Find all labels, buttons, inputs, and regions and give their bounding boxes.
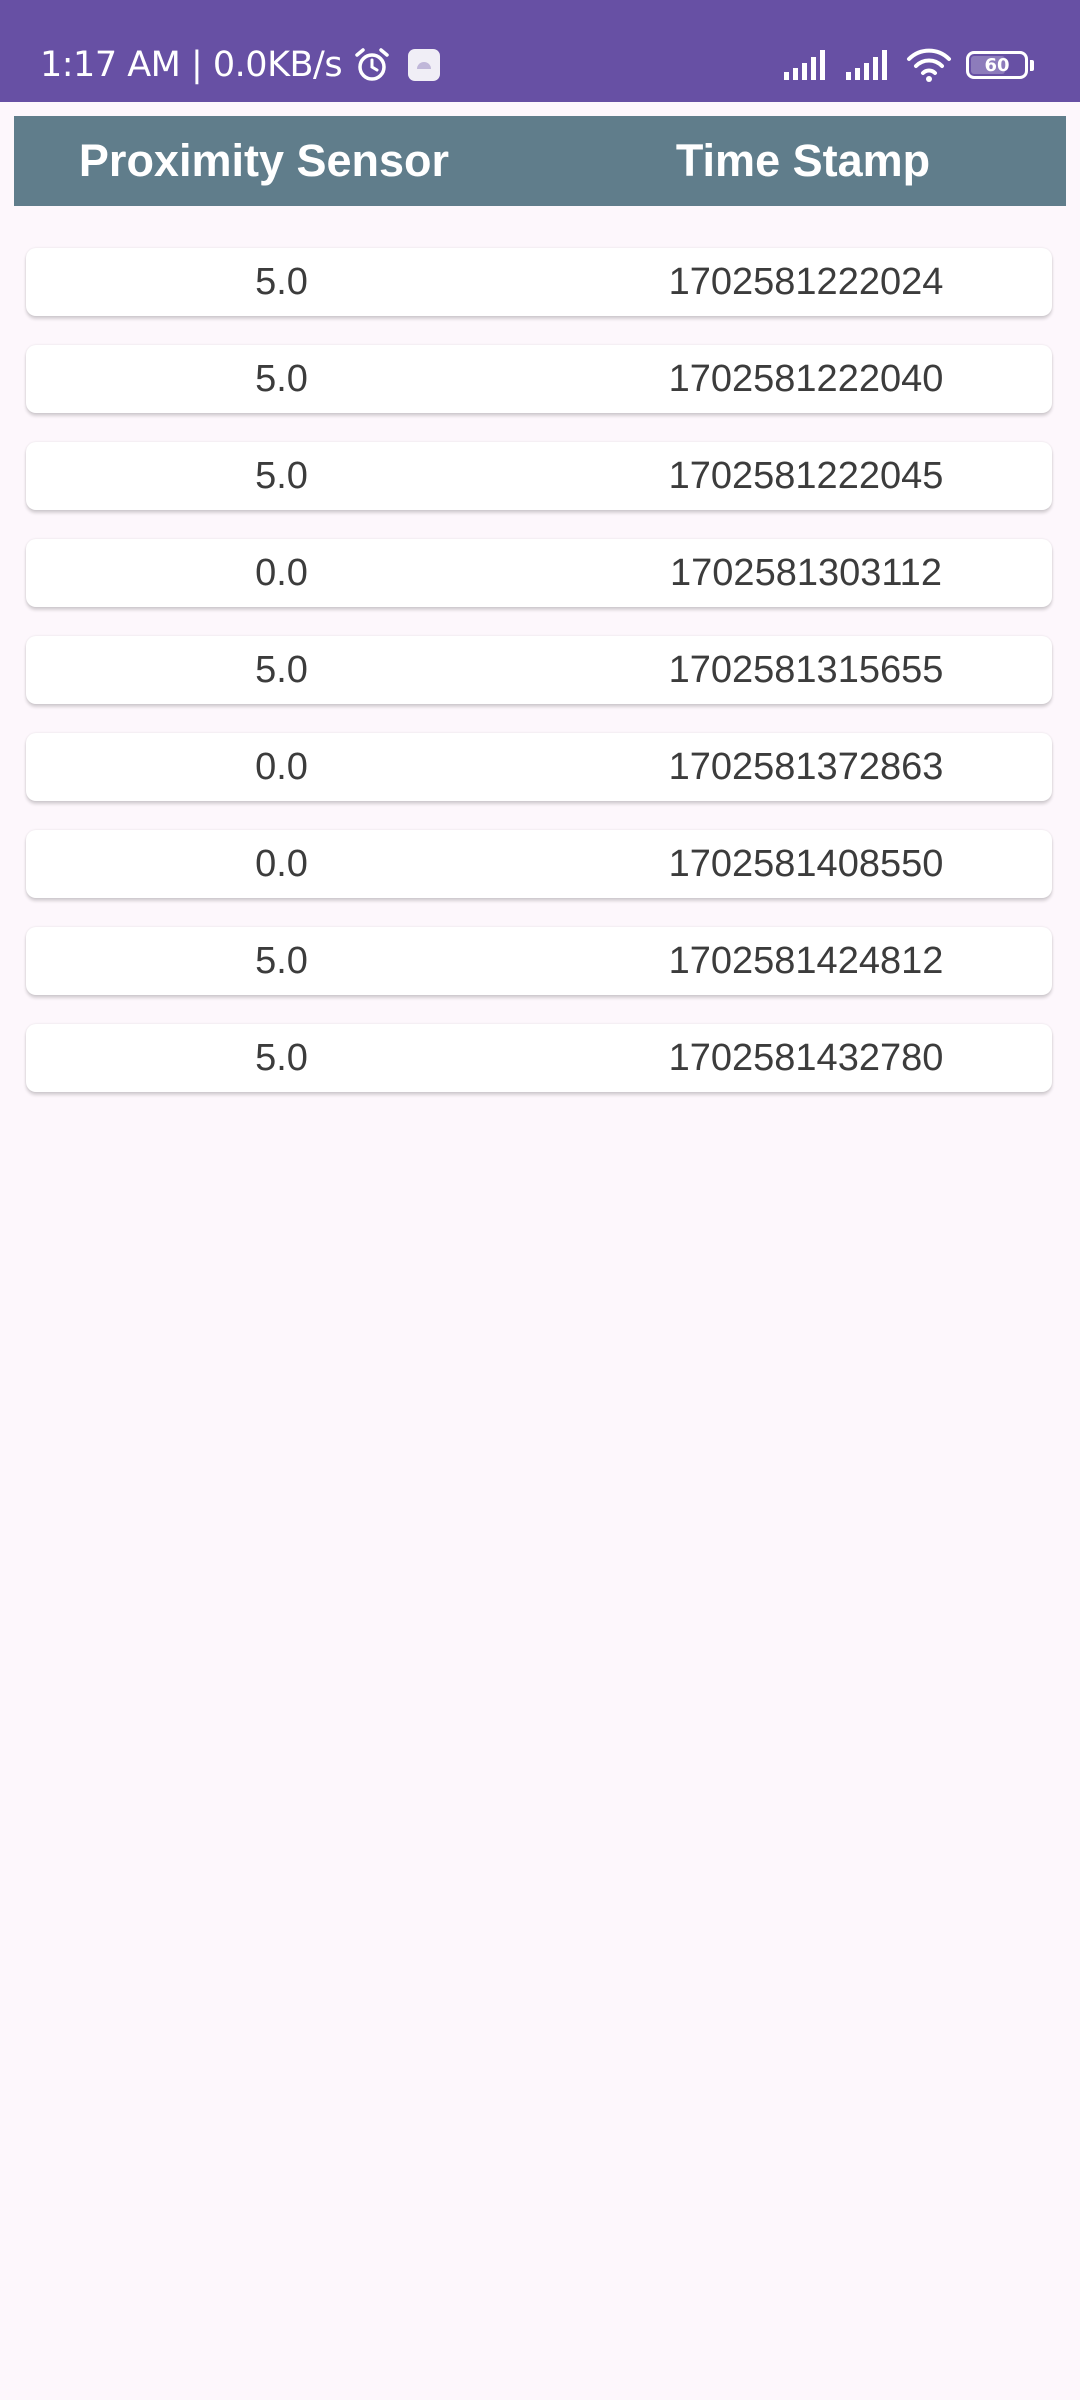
header-time-stamp: Time Stamp: [675, 135, 931, 186]
battery-level: 60: [984, 54, 1010, 76]
status-right: 60: [770, 0, 1034, 130]
sensor-value: 0.0: [255, 842, 308, 885]
header-proximity-sensor: Proximity Sensor: [78, 135, 450, 186]
timestamp-value: 1702581372863: [668, 745, 944, 788]
table-header: Proximity Sensor Time Stamp: [14, 116, 1066, 206]
wifi-icon: [906, 47, 952, 83]
alarm-clock-icon: [352, 45, 392, 85]
sensor-value: 0.0: [255, 745, 308, 788]
timestamp-value: 1702581315655: [668, 648, 944, 691]
sensor-value: 5.0: [255, 939, 308, 982]
list-item[interactable]: 5.0 1702581222024: [26, 248, 1052, 316]
app-notification-icon: [406, 47, 442, 83]
status-left: 1:17 AM | 0.0KB/s: [40, 0, 456, 130]
battery-tip: [1030, 59, 1034, 71]
sensor-value: 5.0: [255, 260, 308, 303]
status-bar: 1:17 AM | 0.0KB/s 60: [0, 0, 1080, 102]
list-item[interactable]: 5.0 1702581432780: [26, 1024, 1052, 1092]
list-item[interactable]: 0.0 1702581372863: [26, 733, 1052, 801]
list-item[interactable]: 5.0 1702581424812: [26, 927, 1052, 995]
signal-icon: [782, 48, 832, 82]
timestamp-value: 1702581222024: [668, 260, 944, 303]
sensor-value: 5.0: [255, 1036, 308, 1079]
sensor-value: 5.0: [255, 357, 308, 400]
sensor-value: 0.0: [255, 551, 308, 594]
timestamp-value: 1702581303112: [670, 551, 942, 594]
readings-list: 5.0 1702581222024 5.0 1702581222040 5.0 …: [26, 248, 1052, 1121]
list-item[interactable]: 0.0 1702581303112: [26, 539, 1052, 607]
timestamp-value: 1702581408550: [668, 842, 944, 885]
sensor-value: 5.0: [255, 648, 308, 691]
timestamp-value: 1702581222045: [668, 454, 944, 497]
battery-icon: 60: [966, 51, 1028, 79]
signal-icon: [844, 48, 894, 82]
list-item[interactable]: 0.0 1702581408550: [26, 830, 1052, 898]
status-time: 1:17 AM | 0.0KB/s: [40, 45, 343, 85]
timestamp-value: 1702581424812: [668, 939, 944, 982]
list-item[interactable]: 5.0 1702581222045: [26, 442, 1052, 510]
timestamp-value: 1702581432780: [668, 1036, 944, 1079]
list-item[interactable]: 5.0 1702581222040: [26, 345, 1052, 413]
timestamp-value: 1702581222040: [668, 357, 944, 400]
sensor-value: 5.0: [255, 454, 308, 497]
list-item[interactable]: 5.0 1702581315655: [26, 636, 1052, 704]
